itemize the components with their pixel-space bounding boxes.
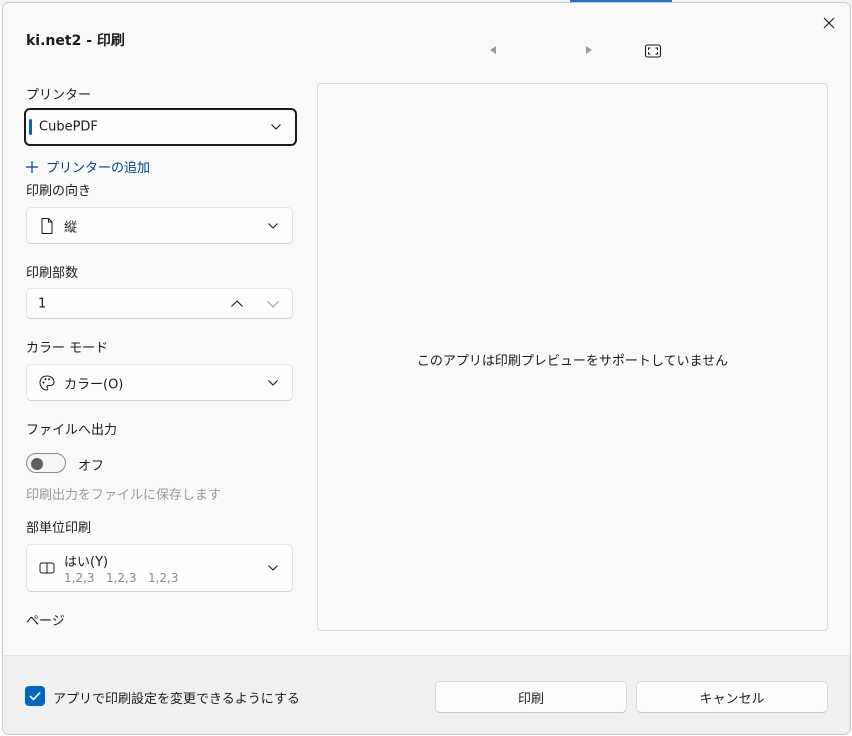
chevron-down-icon — [268, 222, 278, 229]
cancel-button[interactable]: キャンセル — [636, 681, 828, 713]
dialog-title: ki.net2 - 印刷 — [26, 33, 125, 49]
collate-select[interactable]: はい(Y) 1,2,3 1,2,3 1,2,3 — [26, 544, 293, 592]
copies-label: 印刷部数 — [26, 266, 79, 281]
pages-label: ページ — [26, 614, 65, 629]
print-to-file-toggle[interactable] — [26, 453, 66, 473]
palette-icon — [39, 374, 55, 391]
preview-unsupported-message: このアプリは印刷プレビューをサポートしていません — [416, 354, 729, 369]
print-button[interactable]: 印刷 — [435, 681, 627, 713]
collate-detail: 1,2,3 1,2,3 1,2,3 — [64, 571, 179, 585]
allow-app-settings-checkbox[interactable] — [25, 686, 45, 706]
dialog-footer: アプリで印刷設定を変更できるようにする 印刷 キャンセル — [3, 655, 850, 734]
orientation-value: 縦 — [64, 220, 78, 235]
copies-value: 1 — [38, 296, 47, 311]
chevron-down-icon — [268, 379, 278, 386]
color-mode-label: カラー モード — [26, 341, 109, 356]
fit-page-icon[interactable] — [644, 43, 662, 59]
collate-icon — [39, 562, 55, 574]
close-button[interactable] — [815, 9, 843, 37]
increment-icon[interactable] — [231, 300, 243, 307]
collate-value: はい(Y) — [64, 555, 109, 570]
add-printer-link[interactable]: プリンターの追加 — [26, 157, 150, 176]
collate-label: 部単位印刷 — [26, 521, 92, 536]
orientation-select[interactable]: 縦 — [26, 207, 293, 244]
print-dialog: ki.net2 - 印刷 プリンター CubePDF プリンターの追加 印刷の向… — [2, 2, 851, 735]
copies-stepper[interactable]: 1 — [26, 288, 293, 319]
orientation-label: 印刷の向き — [26, 184, 92, 199]
toggle-knob — [31, 458, 43, 470]
printer-value: CubePDF — [39, 119, 98, 135]
portrait-page-icon — [41, 217, 53, 234]
print-to-file-label: ファイルへ出力 — [26, 423, 118, 438]
close-icon — [823, 17, 835, 29]
chevron-down-icon — [271, 124, 281, 130]
chevron-down-icon — [268, 565, 278, 571]
print-to-file-hint: 印刷出力をファイルに保存します — [26, 488, 222, 503]
caret-right-icon[interactable] — [582, 43, 596, 57]
checkmark-icon — [29, 691, 41, 701]
plus-icon — [26, 160, 38, 173]
printer-label: プリンター — [26, 88, 92, 103]
allow-app-settings-label: アプリで印刷設定を変更できるようにする — [53, 692, 300, 707]
focus-accent-bar — [29, 119, 32, 135]
color-mode-value: カラー(O) — [64, 377, 124, 392]
decrement-icon[interactable] — [267, 301, 279, 308]
print-preview-pane: このアプリは印刷プレビューをサポートしていません — [317, 83, 828, 631]
caret-left-icon[interactable] — [486, 43, 500, 57]
printer-select[interactable]: CubePDF — [24, 108, 297, 146]
print-to-file-state: オフ — [78, 459, 105, 474]
add-printer-label: プリンターの追加 — [46, 161, 151, 176]
color-mode-select[interactable]: カラー(O) — [26, 364, 293, 401]
